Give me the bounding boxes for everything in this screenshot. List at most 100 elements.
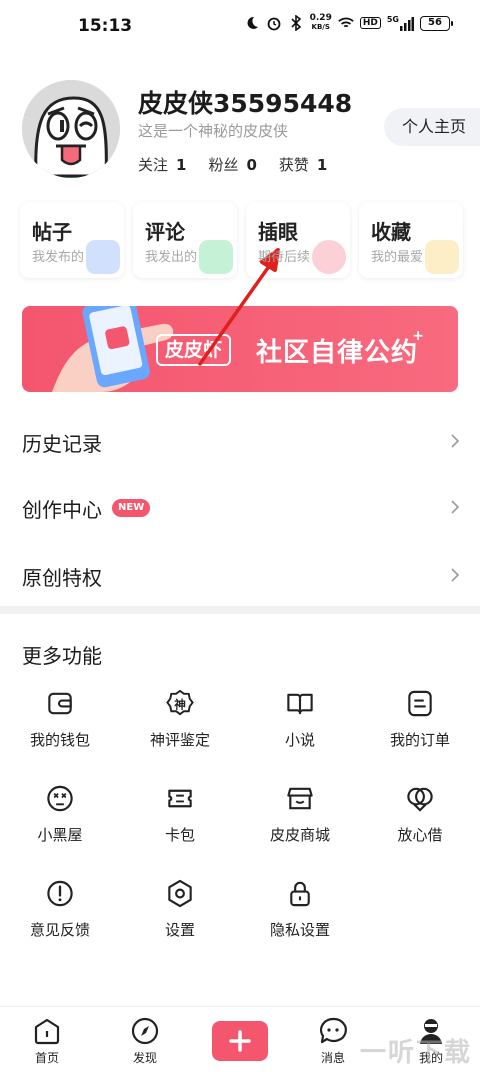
stat-likes-label: 获赞 xyxy=(278,156,309,174)
card-comments-title: 评论 xyxy=(145,220,185,244)
card-comments-subtitle: 我发出的 xyxy=(145,250,198,265)
feature-feedback[interactable]: 意见反馈 xyxy=(0,878,120,940)
message-icon xyxy=(320,1017,347,1044)
new-badge: NEW xyxy=(112,499,151,517)
tab-messages[interactable]: 消息 xyxy=(298,1015,368,1066)
signal-label: 5G xyxy=(386,15,399,24)
tab-home[interactable]: 首页 xyxy=(12,1015,82,1066)
features-grid: 我的钱包 神 神评鉴定 小说 我的订单 小黑屋 卡包 皮皮商城 放心借 意见反馈… xyxy=(0,688,480,940)
bluetooth-icon xyxy=(291,15,301,31)
shen-glyph: 神 xyxy=(174,697,186,711)
feature-store[interactable]: 皮皮商城 xyxy=(240,783,360,845)
stat-following[interactable]: 关注 1 xyxy=(138,154,186,175)
signal-bars-icon xyxy=(400,17,414,31)
compass-icon xyxy=(131,1017,159,1045)
feature-wallet-label: 我的钱包 xyxy=(29,731,90,749)
avatar-illustration xyxy=(22,80,120,178)
chevron-right-icon xyxy=(451,500,460,514)
stat-likes[interactable]: 获赞 1 xyxy=(279,154,327,175)
feature-novel[interactable]: 小说 xyxy=(240,688,360,750)
stat-following-value: 1 xyxy=(176,156,187,174)
feature-wallet[interactable]: 我的钱包 xyxy=(0,688,120,750)
stat-followers[interactable]: 粉丝 0 xyxy=(208,154,256,175)
stat-likes-value: 1 xyxy=(316,156,328,174)
net-speed-unit: KB/S xyxy=(311,23,330,31)
card-posts[interactable]: 帖子 我发布的 xyxy=(20,202,124,278)
create-post-button[interactable] xyxy=(212,1021,268,1061)
loan-icon xyxy=(407,787,433,812)
feature-settings[interactable]: 设置 xyxy=(120,878,240,940)
battery-indicator: 56 xyxy=(420,15,453,31)
feature-orders-label: 我的订单 xyxy=(389,731,450,749)
status-bar: 15:13 0.29 KB/S HD 5G 56 xyxy=(0,0,480,56)
card-posts-subtitle: 我发布的 xyxy=(32,250,85,265)
net-speed: 0.29 KB/S xyxy=(310,14,332,32)
watermark-text: 一听下载 xyxy=(360,1038,473,1068)
order-icon xyxy=(408,690,432,717)
username: 皮皮侠35595448 xyxy=(138,89,353,118)
profile-stats: 关注 1 粉丝 0 获赞 1 xyxy=(138,154,327,175)
wifi-icon xyxy=(338,17,354,28)
moon-icon xyxy=(247,16,258,29)
tab-discover[interactable]: 发现 xyxy=(110,1015,180,1066)
card-favorites-subtitle: 我的最爱 xyxy=(371,250,424,265)
avatar[interactable] xyxy=(22,80,120,178)
banner-title: 社区自律公约 xyxy=(256,338,419,368)
menu-creator-center-label: 创作中心 xyxy=(22,498,102,522)
feature-blackroom-label: 小黑屋 xyxy=(37,826,83,844)
community-rules-banner[interactable]: 皮皮虾 社区自律公约 + xyxy=(22,306,458,392)
feature-shen-review[interactable]: 神 神评鉴定 xyxy=(120,688,240,750)
tab-messages-label: 消息 xyxy=(320,1051,345,1065)
feature-store-label: 皮皮商城 xyxy=(269,826,330,844)
menu-original-privileges[interactable]: 原创特权 xyxy=(0,542,480,608)
cell-signal: 5G xyxy=(387,15,414,31)
chevron-right-icon xyxy=(451,568,460,582)
chevron-right-icon xyxy=(451,434,460,448)
feature-privacy-label: 隐私设置 xyxy=(269,921,330,939)
feature-settings-label: 设置 xyxy=(164,921,195,939)
feature-loan-label: 放心借 xyxy=(397,826,443,844)
settings-icon xyxy=(168,879,192,908)
feature-card-wallet[interactable]: 卡包 xyxy=(120,783,240,845)
favorites-deco-icon xyxy=(425,240,459,274)
alarm-icon xyxy=(267,17,281,31)
signature: 这是一个神秘的皮皮侠 xyxy=(138,122,289,140)
home-icon xyxy=(34,1018,60,1045)
banner-plus: + xyxy=(412,328,424,344)
card-bookmark-eye[interactable]: 插眼 期待后续 xyxy=(246,202,350,278)
section-divider xyxy=(0,606,480,614)
status-icons: 0.29 KB/S HD 5G 56 xyxy=(244,14,453,32)
tab-discover-label: 发现 xyxy=(132,1051,157,1065)
tab-home-label: 首页 xyxy=(34,1051,59,1065)
hd-badge: HD xyxy=(359,17,381,29)
stat-followers-label: 粉丝 xyxy=(208,156,239,174)
feature-privacy[interactable]: 隐私设置 xyxy=(240,878,360,940)
net-speed-value: 0.29 xyxy=(309,13,332,23)
card-bookmark-eye-title: 插眼 xyxy=(258,220,298,244)
comments-deco-icon xyxy=(199,240,233,274)
store-icon xyxy=(287,787,313,810)
menu-history[interactable]: 历史记录 xyxy=(0,408,480,474)
feedback-icon xyxy=(47,880,73,907)
feature-blackroom[interactable]: 小黑屋 xyxy=(0,783,120,845)
eye-deco-icon xyxy=(312,240,346,274)
book-icon xyxy=(287,693,313,715)
status-time: 15:13 xyxy=(78,16,133,36)
shen-badge-icon: 神 xyxy=(166,689,194,716)
wallet-icon xyxy=(48,692,72,715)
posts-deco-icon xyxy=(86,240,120,274)
content-cards: 帖子 我发布的 评论 我发出的 插眼 期待后续 收藏 我的最爱 xyxy=(20,202,463,278)
stat-following-label: 关注 xyxy=(138,156,169,174)
menu-creator-center[interactable]: 创作中心 NEW xyxy=(0,474,480,540)
card-favorites[interactable]: 收藏 我的最爱 xyxy=(359,202,463,278)
card-comments[interactable]: 评论 我发出的 xyxy=(133,202,237,278)
card-posts-title: 帖子 xyxy=(32,220,72,244)
banner-logo: 皮皮虾 xyxy=(156,334,232,366)
feature-novel-label: 小说 xyxy=(284,731,315,749)
dizzy-face-icon xyxy=(47,785,73,812)
card-icon xyxy=(168,789,192,808)
menu-original-privileges-label: 原创特权 xyxy=(22,566,102,590)
feature-orders[interactable]: 我的订单 xyxy=(360,688,480,750)
personal-homepage-button[interactable]: 个人主页 xyxy=(384,108,480,146)
feature-loan[interactable]: 放心借 xyxy=(360,783,480,845)
